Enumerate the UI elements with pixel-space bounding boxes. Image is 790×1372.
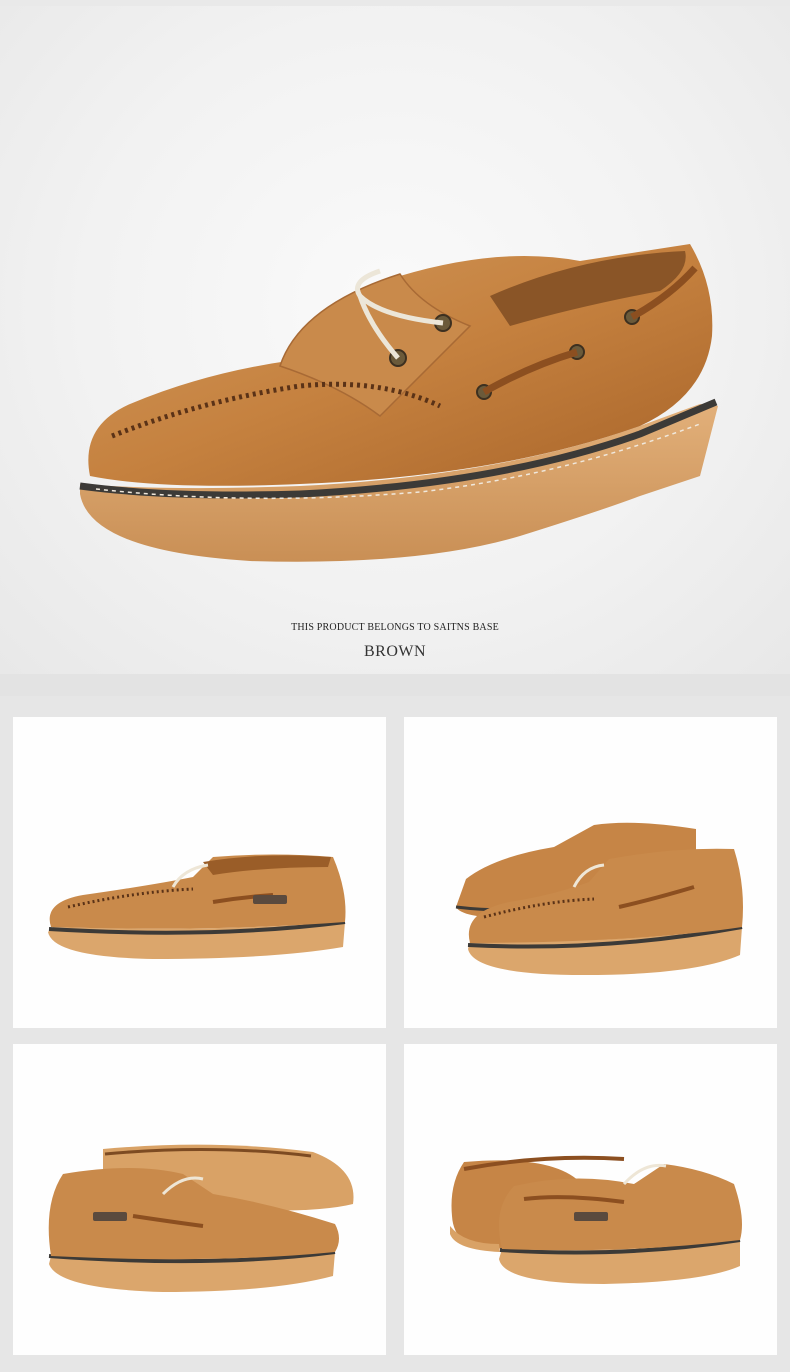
photo-gallery	[0, 696, 790, 1372]
color-name: BROWN	[363, 643, 427, 660]
shoe-pair-angle-image	[455, 822, 743, 975]
hero-section: THIS PRODUCT BELONGS TO SAITNS BASE BROW…	[0, 6, 790, 674]
section-divider	[0, 674, 790, 696]
product-tagline: THIS PRODUCT BELONGS TO SAITNS BASE	[291, 622, 499, 633]
shoe-pair-back-image	[450, 1155, 742, 1284]
gallery-tile-side-view[interactable]	[13, 717, 386, 1028]
gallery-tile-sole-view[interactable]	[13, 1044, 386, 1355]
shoe-side-view-image	[48, 854, 346, 959]
gallery-tile-back-view[interactable]	[404, 1044, 777, 1355]
gallery-tile-pair-angle-view[interactable]	[404, 717, 777, 1028]
shoe-pair-sole-image	[48, 1144, 354, 1292]
hero-shoe-image	[79, 244, 718, 562]
